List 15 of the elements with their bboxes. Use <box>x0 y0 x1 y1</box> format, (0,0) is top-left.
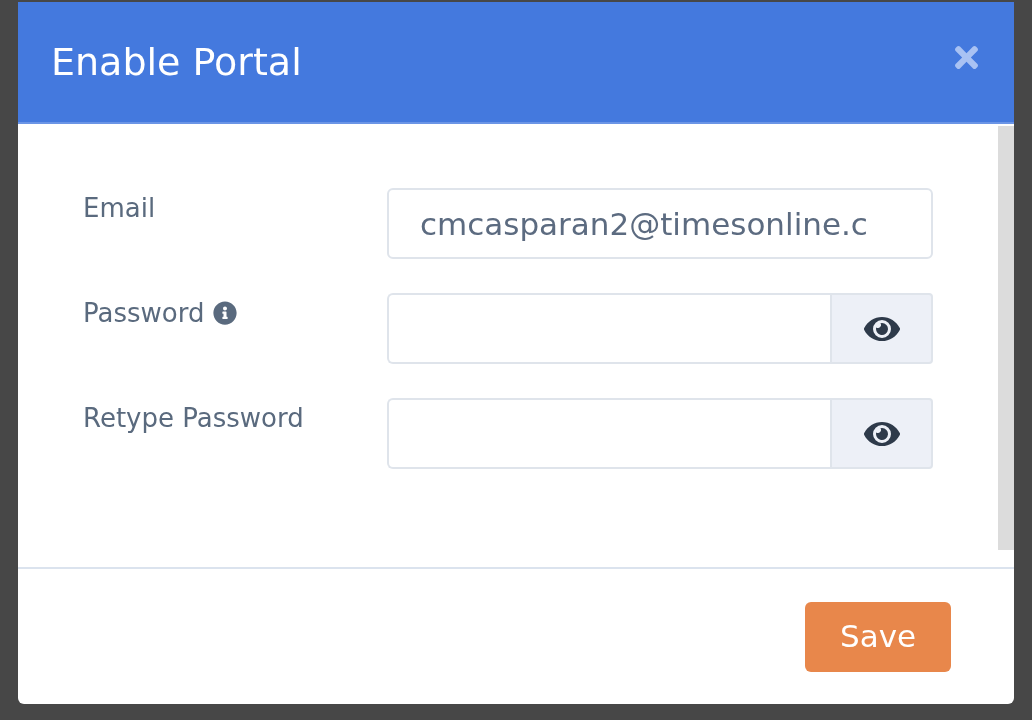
show-password-button[interactable] <box>830 398 933 469</box>
password-field[interactable] <box>387 398 830 469</box>
field-label: Retype Password <box>83 402 304 435</box>
scrollbar[interactable] <box>998 126 1014 550</box>
close-button[interactable] <box>955 45 978 69</box>
dialog-title: Enable Portal <box>51 43 302 81</box>
eye-icon <box>863 421 900 446</box>
field-label: Password <box>83 297 205 330</box>
field-label: Email <box>83 192 156 225</box>
close-icon <box>955 45 978 69</box>
info-icon[interactable] <box>213 301 238 325</box>
password-field[interactable] <box>387 293 830 364</box>
email-field[interactable]: cmcasparan2@timesonline.c <box>387 188 933 259</box>
eye-icon <box>863 316 900 341</box>
show-password-button[interactable] <box>830 293 933 364</box>
